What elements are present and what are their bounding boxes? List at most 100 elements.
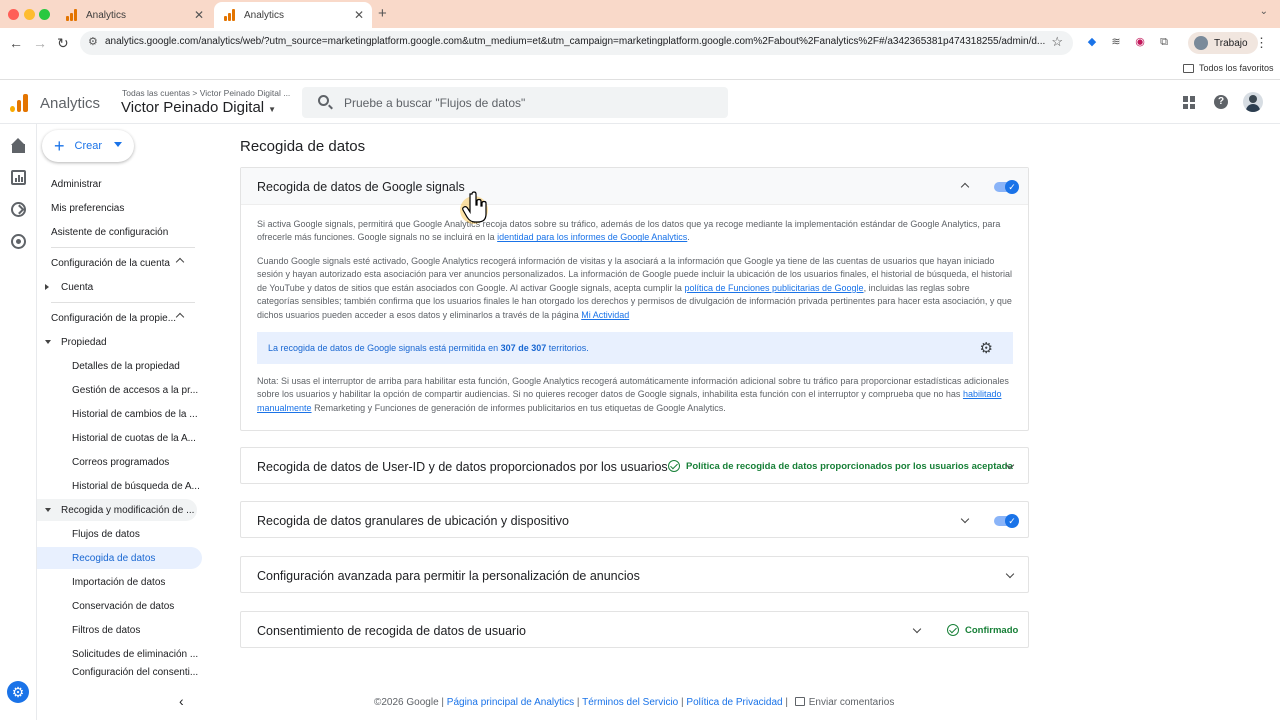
signals-note-paragraph: Nota: Si usas el interruptor de arriba p… <box>257 375 1014 415</box>
forward-arrow-icon[interactable]: → <box>33 35 47 51</box>
tab-title: Analytics <box>244 9 285 21</box>
google-signals-header[interactable]: Recogida de datos de Google signals ✓ <box>241 168 1028 205</box>
sidebar-item-access-management[interactable]: Gestión de accesos a la pr... <box>37 379 202 401</box>
advertising-icon[interactable] <box>11 234 26 249</box>
granular-data-card[interactable]: Recogida de datos granulares de ubicació… <box>240 501 1029 538</box>
chevron-down-icon[interactable] <box>960 514 970 524</box>
policy-accepted-status: Política de recogida de datos proporcion… <box>668 460 1013 472</box>
google-signals-card: Recogida de datos de Google signals ✓ Si… <box>240 167 1029 431</box>
terms-link[interactable]: Términos del Servicio <box>582 697 678 708</box>
sidebar-item-label: Configuración de la cuenta <box>51 257 170 269</box>
sidebar-item-label: Correos programados <box>72 456 170 468</box>
extension-icon[interactable]: ≋ <box>1109 35 1123 49</box>
apps-grid-icon[interactable] <box>1183 96 1196 109</box>
sidebar-item-property-details[interactable]: Detalles de la propiedad <box>37 355 202 377</box>
all-bookmarks-folder[interactable]: Todos los favoritos <box>1183 63 1274 73</box>
ads-features-policy-link[interactable]: política de Funciones publicitarias de G… <box>684 283 863 293</box>
sidebar-item-consent-settings[interactable]: Configuración del consenti... <box>37 667 202 679</box>
address-bar[interactable]: ⚙ analytics.google.com/analytics/web/?ut… <box>80 31 1073 55</box>
check-circle-icon <box>947 624 959 636</box>
sidebar-section-property-settings[interactable]: Configuración de la propie... <box>37 307 197 329</box>
caret-down-icon: ▼ <box>268 105 277 114</box>
profile-chip[interactable]: Trabajo <box>1188 32 1258 54</box>
bookmark-star-icon[interactable]: ☆ <box>1051 34 1063 50</box>
help-icon[interactable]: ? <box>1214 95 1228 109</box>
browser-tab-active[interactable]: Analytics ✕ <box>214 2 372 28</box>
close-window-button[interactable] <box>8 9 19 20</box>
sidebar-item-quota-history[interactable]: Historial de cuotas de la A... <box>37 427 202 449</box>
search-bar[interactable]: Pruebe a buscar "Flujos de datos" <box>302 87 728 118</box>
check-circle-icon <box>668 460 680 472</box>
chevron-down-icon[interactable] <box>912 624 922 634</box>
sidebar-item-account[interactable]: Cuenta <box>37 276 197 298</box>
my-activity-link[interactable]: Mi Actividad <box>581 310 629 320</box>
analytics-logo-icon[interactable] <box>10 94 29 112</box>
admin-settings-icon[interactable]: ⚙ <box>7 681 29 703</box>
sidebar-item-property[interactable]: Propiedad <box>37 331 197 353</box>
send-feedback-link[interactable]: Enviar comentarios <box>809 697 895 708</box>
copyright: ©2026 Google <box>374 697 439 708</box>
account-breadcrumb[interactable]: Todas las cuentas > Victor Peinado Digit… <box>122 88 290 98</box>
browser-menu-icon[interactable]: ⋮ <box>1255 35 1268 51</box>
new-tab-icon[interactable]: + <box>378 5 387 22</box>
dropdown-arrow-icon <box>114 142 122 147</box>
sidebar-section-account-settings[interactable]: Configuración de la cuenta <box>37 252 197 274</box>
close-tab-icon[interactable]: ✕ <box>194 8 204 22</box>
extension-icon[interactable]: ◉ <box>1133 35 1147 49</box>
sidebar-item-change-history[interactable]: Historial de cambios de la ... <box>37 403 202 425</box>
user-avatar[interactable] <box>1243 92 1263 112</box>
sidebar-item-data-streams[interactable]: Flujos de datos <box>37 523 202 545</box>
sidebar-item-preferences[interactable]: Mis preferencias <box>37 197 197 219</box>
browser-toolbar: ← → ↻ ⚙ analytics.google.com/analytics/w… <box>0 28 1280 58</box>
analytics-favicon-icon <box>224 9 236 21</box>
back-arrow-icon[interactable]: ← <box>9 35 23 51</box>
user-id-card[interactable]: Recogida de datos de User-ID y de datos … <box>240 447 1029 484</box>
sidebar-item-data-retention[interactable]: Conservación de datos <box>37 595 202 617</box>
status-text: Política de recogida de datos proporcion… <box>686 460 1013 472</box>
analytics-home-link[interactable]: Página principal de Analytics <box>447 697 574 708</box>
ads-personalization-card[interactable]: Configuración avanzada para permitir la … <box>240 556 1029 593</box>
sidebar-item-label: Administrar <box>51 178 102 190</box>
browser-tab[interactable]: Analytics ✕ <box>56 2 212 28</box>
home-icon[interactable] <box>11 138 26 153</box>
url-text: analytics.google.com/analytics/web/?utm_… <box>105 36 1045 47</box>
signals-note-text: Nota: Si usas el interruptor de arriba p… <box>257 376 1009 400</box>
sidebar-item-setup-assistant[interactable]: Asistente de configuración <box>37 221 197 243</box>
tab-search-chevron-icon[interactable]: ⌄ <box>1260 6 1268 17</box>
sidebar-item-scheduled-emails[interactable]: Correos programados <box>37 451 202 473</box>
reports-icon[interactable] <box>11 170 26 185</box>
chevron-down-icon[interactable] <box>1005 569 1015 579</box>
site-settings-icon[interactable]: ⚙ <box>88 35 98 48</box>
minimize-window-button[interactable] <box>24 9 35 20</box>
sidebar-item-search-history[interactable]: Historial de búsqueda de A... <box>37 475 202 497</box>
sidebar-item-data-collection[interactable]: Recogida de datos <box>37 547 202 569</box>
folder-icon <box>1183 63 1194 73</box>
sidebar-item-administrar[interactable]: Administrar <box>37 173 197 195</box>
gear-icon[interactable]: ⚙ <box>980 339 993 357</box>
puzzle-icon[interactable]: ⧉ <box>1157 35 1171 49</box>
sidebar-item-data-collection-group[interactable]: Recogida y modificación de ... <box>37 499 197 521</box>
granular-data-toggle[interactable]: ✓ <box>994 514 1019 528</box>
reload-icon[interactable]: ↻ <box>57 35 69 52</box>
close-tab-icon[interactable]: ✕ <box>354 8 364 22</box>
sidebar-item-deletion-requests[interactable]: Solicitudes de eliminación ... <box>37 643 202 665</box>
reporting-identity-link[interactable]: identidad para los informes de Google An… <box>497 232 687 242</box>
maximize-window-button[interactable] <box>39 9 50 20</box>
chevron-up-icon <box>175 257 185 267</box>
explore-icon[interactable] <box>11 202 26 217</box>
create-button[interactable]: + Crear <box>42 130 134 162</box>
sidebar-item-data-filters[interactable]: Filtros de datos <box>37 619 202 641</box>
chevron-up-icon[interactable] <box>960 182 970 192</box>
profile-avatar <box>1194 36 1208 50</box>
account-selector[interactable]: Victor Peinado Digital ▼ <box>121 99 276 116</box>
sidebar-item-data-import[interactable]: Importación de datos <box>37 571 202 593</box>
sidebar-item-label: Historial de búsqueda de A... <box>72 480 200 492</box>
extension-icon[interactable]: ◆ <box>1085 35 1099 49</box>
collapse-sidebar-chevron-icon[interactable]: ‹ <box>179 693 184 709</box>
google-signals-toggle[interactable]: ✓ <box>994 180 1019 194</box>
privacy-link[interactable]: Política de Privacidad <box>686 697 782 708</box>
browser-tab-strip: Analytics ✕ Analytics ✕ + ⌄ <box>0 0 1280 28</box>
card-title: Configuración avanzada para permitir la … <box>257 569 640 583</box>
user-data-consent-card[interactable]: Consentimiento de recogida de datos de u… <box>240 611 1029 648</box>
app-name[interactable]: Analytics <box>40 95 100 112</box>
